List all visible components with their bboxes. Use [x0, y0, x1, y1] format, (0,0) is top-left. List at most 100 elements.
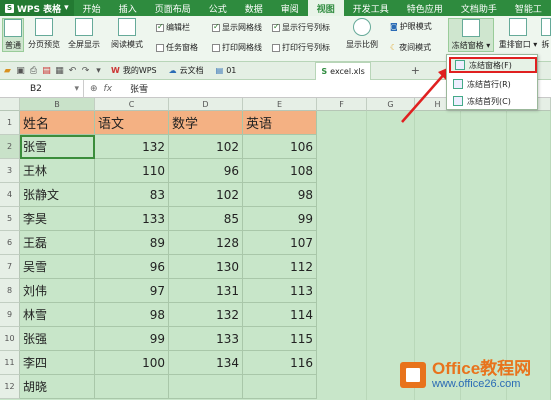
row-header-12[interactable]: 12 — [0, 375, 20, 399]
formula-input[interactable]: 张雪 — [130, 82, 148, 95]
table-cell[interactable]: 张静文 — [20, 183, 95, 207]
menu-tab-formula[interactable]: 公式 — [200, 0, 236, 16]
show-grid-checkbox[interactable]: 显示网格线 — [212, 22, 262, 33]
table-cell[interactable]: 106 — [243, 135, 317, 159]
row-header-4[interactable]: 4 — [0, 183, 20, 207]
normal-view-button[interactable]: 普通 — [2, 18, 24, 52]
column-header-f[interactable]: F — [317, 98, 367, 111]
rearrange-window-button[interactable]: 重排窗口 ▾ — [496, 18, 540, 50]
save-icon[interactable]: ▣ — [15, 65, 26, 76]
row-header-8[interactable]: 8 — [0, 279, 20, 303]
table-cell[interactable]: 115 — [243, 327, 317, 351]
column-header-c[interactable]: C — [95, 98, 169, 111]
table-cell[interactable]: 132 — [95, 135, 169, 159]
table-cell[interactable]: 128 — [169, 231, 243, 255]
table-cell[interactable]: 林雪 — [20, 303, 95, 327]
menu-tab-review[interactable]: 审阅 — [272, 0, 308, 16]
row-header-1[interactable]: 1 — [0, 111, 20, 135]
more-icon[interactable]: ▾ — [93, 65, 104, 76]
row-header-11[interactable]: 11 — [0, 351, 20, 375]
table-cell[interactable]: 107 — [243, 231, 317, 255]
print-grid-checkbox[interactable]: 打印网格线 — [212, 42, 262, 53]
row-header-2[interactable]: 2 — [0, 135, 20, 159]
freeze-panes-button[interactable]: 冻结窗格 ▾ — [448, 18, 494, 52]
menu-item-freeze-first-row[interactable]: 冻结首行(R) — [449, 76, 537, 92]
menu-tab-special[interactable]: 特色应用 — [398, 0, 452, 16]
column-header-e[interactable]: E — [243, 98, 317, 111]
table-cell[interactable]: 张雪 — [20, 135, 95, 159]
menu-tab-view[interactable]: 视图 — [307, 0, 344, 16]
add-tab-button[interactable]: + — [411, 64, 420, 77]
zoom-button[interactable]: 显示比例 — [344, 18, 380, 50]
table-cell[interactable]: 100 — [95, 351, 169, 375]
table-cell[interactable]: 王磊 — [20, 231, 95, 255]
table-cell[interactable]: 133 — [95, 207, 169, 231]
table-cell[interactable]: 99 — [243, 207, 317, 231]
tab-excel-xls[interactable]: S excel.xls — [315, 61, 371, 80]
print-icon[interactable]: ⎙ — [28, 65, 39, 76]
menu-tab-page-layout[interactable]: 页面布局 — [146, 0, 200, 16]
table-cell[interactable]: 85 — [169, 207, 243, 231]
read-mode-button[interactable]: 阅读模式 — [106, 18, 148, 50]
tab-01[interactable]: ▤ 01 — [211, 62, 242, 80]
show-headers-checkbox[interactable]: 显示行号列标 — [272, 22, 330, 33]
table-cell[interactable]: 98 — [243, 183, 317, 207]
table-cell[interactable]: 刘伟 — [20, 279, 95, 303]
app-menu-button[interactable]: S WPS 表格 ▾ — [0, 0, 74, 16]
table-cell[interactable]: 110 — [95, 159, 169, 183]
table-cell[interactable]: 王林 — [20, 159, 95, 183]
zoom-formula-icon[interactable]: ⊕ — [90, 84, 98, 94]
page-break-button[interactable]: 分页预览 — [26, 18, 62, 50]
table-cell[interactable]: 张强 — [20, 327, 95, 351]
row-header-5[interactable]: 5 — [0, 207, 20, 231]
column-header-d[interactable]: D — [169, 98, 243, 111]
menu-tab-doc-assistant[interactable]: 文档助手 — [452, 0, 506, 16]
table-cell[interactable]: 89 — [95, 231, 169, 255]
preview-icon[interactable]: ▦ — [54, 65, 65, 76]
fx-icon[interactable]: fx — [104, 84, 113, 94]
table-cell[interactable]: 114 — [243, 303, 317, 327]
row-header-7[interactable]: 7 — [0, 255, 20, 279]
select-all-corner[interactable] — [0, 98, 20, 111]
table-header-cell[interactable]: 英语 — [243, 111, 317, 135]
table-cell[interactable]: 97 — [95, 279, 169, 303]
undo-icon[interactable]: ↶ — [67, 65, 78, 76]
column-header-g[interactable]: G — [367, 98, 415, 111]
menu-tab-home[interactable]: 开始 — [74, 0, 110, 16]
table-cell[interactable]: 102 — [169, 135, 243, 159]
task-pane-checkbox[interactable]: 任务窗格 — [156, 42, 198, 53]
fullscreen-button[interactable]: 全屏显示 — [64, 18, 104, 50]
split-button[interactable]: 拆 — [540, 18, 551, 50]
table-header-cell[interactable]: 姓名 — [20, 111, 95, 135]
table-cell[interactable]: 134 — [169, 351, 243, 375]
table-cell[interactable]: 133 — [169, 327, 243, 351]
menu-item-freeze-first-col[interactable]: 冻结首列(C) — [449, 93, 537, 109]
menu-tab-insert[interactable]: 插入 — [110, 0, 146, 16]
table-cell[interactable]: 132 — [169, 303, 243, 327]
folder-icon[interactable]: ▰ — [2, 65, 13, 76]
print-headers-checkbox[interactable]: 打印行号列标 — [272, 42, 330, 53]
row-header-9[interactable]: 9 — [0, 303, 20, 327]
table-cell[interactable]: 113 — [243, 279, 317, 303]
name-box[interactable]: B2 ▾ — [0, 79, 84, 98]
table-cell[interactable]: 102 — [169, 183, 243, 207]
table-header-cell[interactable]: 语文 — [95, 111, 169, 135]
table-cell[interactable]: 112 — [243, 255, 317, 279]
tab-my-wps[interactable]: W 我的WPS — [106, 62, 162, 80]
table-cell[interactable]: 96 — [169, 159, 243, 183]
tab-cloud-docs[interactable]: ☁ 云文档 — [164, 62, 209, 80]
row-header-6[interactable]: 6 — [0, 231, 20, 255]
night-mode-button[interactable]: ☾ 夜间模式 — [390, 42, 431, 53]
table-cell[interactable]: 99 — [95, 327, 169, 351]
menu-tab-smart[interactable]: 智能工 — [506, 0, 551, 16]
row-header-3[interactable]: 3 — [0, 159, 20, 183]
redo-icon[interactable]: ↷ — [80, 65, 91, 76]
table-cell[interactable] — [169, 375, 243, 399]
menu-item-freeze-panes[interactable]: 冻结窗格(F) — [449, 57, 537, 73]
table-cell[interactable] — [243, 375, 317, 399]
table-cell[interactable]: 96 — [95, 255, 169, 279]
edit-bar-checkbox[interactable]: 编辑栏 — [156, 22, 190, 33]
menu-tab-data[interactable]: 数据 — [236, 0, 272, 16]
table-cell[interactable]: 83 — [95, 183, 169, 207]
table-cell[interactable]: 116 — [243, 351, 317, 375]
